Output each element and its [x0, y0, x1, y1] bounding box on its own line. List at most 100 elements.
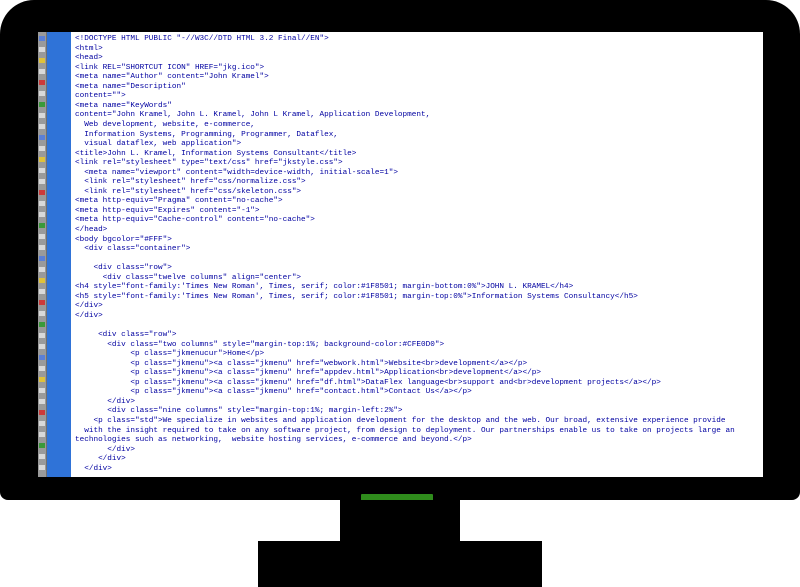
code-line[interactable]: 35 <p class="jkmenu"><a class="jkmenu" h…	[71, 359, 763, 369]
toolbar-button-icon[interactable]	[39, 91, 45, 96]
editor-toolbar[interactable]	[38, 32, 47, 477]
toolbar-button-icon[interactable]	[39, 190, 45, 195]
toolbar-button-icon[interactable]	[39, 69, 45, 74]
toolbar-button-icon[interactable]	[39, 124, 45, 129]
code-text: <div class="row">	[75, 331, 177, 340]
code-line[interactable]: 46 </div>	[71, 464, 763, 474]
code-text: Information Systems, Programming, Progra…	[75, 130, 338, 139]
code-line[interactable]: 24	[71, 254, 763, 264]
code-line[interactable]: 4<link REL="SHORTCUT ICON" HREF="jkg.ico…	[71, 63, 763, 73]
code-line[interactable]: 26 <div class="twelve columns" align="ce…	[71, 273, 763, 283]
toolbar-button-icon[interactable]	[39, 80, 45, 85]
code-line[interactable]: 16 <link rel="stylesheet" href="css/norm…	[71, 177, 763, 187]
code-line[interactable]: 25 <div class="row">	[71, 263, 763, 273]
toolbar-button-icon[interactable]	[39, 245, 45, 250]
code-line[interactable]: 42 with the insight required to take on …	[71, 426, 763, 436]
toolbar-button-icon[interactable]	[39, 146, 45, 151]
code-line[interactable]: 34 <p class="jkmenucur">Home</p>	[71, 349, 763, 359]
toolbar-button-icon[interactable]	[39, 454, 45, 459]
code-line[interactable]: 7content="">	[71, 91, 763, 101]
code-line[interactable]: 28<h5 style="font-family:'Times New Roma…	[71, 292, 763, 302]
code-line[interactable]: 18<meta http-equiv="Pragma" content="no-…	[71, 196, 763, 206]
toolbar-button-icon[interactable]	[39, 102, 45, 107]
toolbar-button-icon[interactable]	[39, 366, 45, 371]
code-line[interactable]: 14<link rel="stylesheet" type="text/css"…	[71, 158, 763, 168]
toolbar-button-icon[interactable]	[39, 157, 45, 162]
toolbar-button-icon[interactable]	[39, 311, 45, 316]
code-line[interactable]: 27<h4 style="font-family:'Times New Roma…	[71, 282, 763, 292]
code-line[interactable]: 19<meta http-equiv="Expires" content="-1…	[71, 206, 763, 216]
code-line[interactable]: 10 Web development, website, e-commerce,	[71, 120, 763, 130]
toolbar-button-icon[interactable]	[39, 443, 45, 448]
toolbar-button-icon[interactable]	[39, 212, 45, 217]
code-line[interactable]: 41 <p class="std">We specialize in websi…	[71, 416, 763, 426]
toolbar-button-icon[interactable]	[39, 465, 45, 470]
code-line[interactable]: 30</div>	[71, 311, 763, 321]
code-text: <div class="nine columns" style="margin-…	[75, 407, 403, 416]
toolbar-button-icon[interactable]	[39, 421, 45, 426]
code-text: <meta http-equiv="Pragma" content="no-ca…	[75, 197, 283, 206]
code-line[interactable]: 12 visual dataflex, web application">	[71, 139, 763, 149]
toolbar-button-icon[interactable]	[39, 179, 45, 184]
code-line[interactable]: 15 <meta name="viewport" content="width=…	[71, 168, 763, 178]
toolbar-button-icon[interactable]	[39, 278, 45, 283]
code-line[interactable]: 3<head>	[71, 53, 763, 63]
toolbar-button-icon[interactable]	[39, 377, 45, 382]
code-line[interactable]: 6<meta name="Description"	[71, 82, 763, 92]
code-line[interactable]: 5<meta name="Author" content="John Krame…	[71, 72, 763, 82]
code-text: <p class="jkmenu"><a class="jkmenu" href…	[75, 378, 661, 387]
toolbar-button-icon[interactable]	[39, 344, 45, 349]
code-line[interactable]: 43technologies such as networking, websi…	[71, 435, 763, 445]
toolbar-button-icon[interactable]	[39, 355, 45, 360]
code-line[interactable]: 45 </div>	[71, 454, 763, 464]
toolbar-button-icon[interactable]	[39, 432, 45, 437]
toolbar-button-icon[interactable]	[39, 113, 45, 118]
code-line[interactable]: 44 </div>	[71, 445, 763, 455]
toolbar-button-icon[interactable]	[39, 322, 45, 327]
code-line[interactable]: 21</head>	[71, 225, 763, 235]
code-text: </div>	[75, 397, 135, 406]
code-line[interactable]: 9content="John Kramel, John L. Kramel, J…	[71, 110, 763, 120]
code-editor[interactable]: 1<!DOCTYPE HTML PUBLIC "-//W3C//DTD HTML…	[71, 32, 763, 477]
toolbar-button-icon[interactable]	[39, 410, 45, 415]
code-line[interactable]: 22<body bgcolor="#FFF">	[71, 235, 763, 245]
code-line[interactable]: 2<html>	[71, 44, 763, 54]
toolbar-button-icon[interactable]	[39, 289, 45, 294]
code-line[interactable]: 37 <p class="jkmenu"><a class="jkmenu" h…	[71, 378, 763, 388]
toolbar-button-icon[interactable]	[39, 47, 45, 52]
toolbar-button-icon[interactable]	[39, 223, 45, 228]
code-line[interactable]: 1<!DOCTYPE HTML PUBLIC "-//W3C//DTD HTML…	[71, 34, 763, 44]
toolbar-button-icon[interactable]	[39, 36, 45, 41]
toolbar-button-icon[interactable]	[39, 300, 45, 305]
toolbar-button-icon[interactable]	[39, 267, 45, 272]
code-text: technologies such as networking, website…	[75, 436, 472, 445]
monitor-screen: 1<!DOCTYPE HTML PUBLIC "-//W3C//DTD HTML…	[38, 32, 763, 477]
code-line[interactable]: 32 <div class="row">	[71, 330, 763, 340]
toolbar-button-icon[interactable]	[39, 388, 45, 393]
toolbar-button-icon[interactable]	[39, 333, 45, 338]
toolbar-button-icon[interactable]	[39, 201, 45, 206]
toolbar-button-icon[interactable]	[39, 234, 45, 239]
toolbar-button-icon[interactable]	[39, 399, 45, 404]
code-text: <h5 style="font-family:'Times New Roman'…	[75, 292, 638, 301]
code-text: </div>	[75, 455, 126, 464]
code-line[interactable]: 36 <p class="jkmenu"><a class="jkmenu" h…	[71, 368, 763, 378]
toolbar-button-icon[interactable]	[39, 135, 45, 140]
code-line[interactable]: 23 <div class="container">	[71, 244, 763, 254]
code-line[interactable]: 40 <div class="nine columns" style="marg…	[71, 406, 763, 416]
code-line[interactable]: 20<meta http-equiv="Cache-control" conte…	[71, 215, 763, 225]
code-line[interactable]: 29</div>	[71, 301, 763, 311]
code-line[interactable]: 38 <p class="jkmenu"><a class="jkmenu" h…	[71, 387, 763, 397]
toolbar-button-icon[interactable]	[39, 256, 45, 261]
code-line[interactable]: 31	[71, 321, 763, 331]
code-line[interactable]: 39 </div>	[71, 397, 763, 407]
code-line[interactable]: 17 <link rel="stylesheet" href="css/skel…	[71, 187, 763, 197]
code-text: <link rel="stylesheet" type="text/css" h…	[75, 159, 343, 168]
toolbar-button-icon[interactable]	[39, 168, 45, 173]
code-line[interactable]: 13<title>John L. Kramel, Information Sys…	[71, 149, 763, 159]
code-line[interactable]: 11 Information Systems, Programming, Pro…	[71, 130, 763, 140]
toolbar-button-icon[interactable]	[39, 58, 45, 63]
code-text: <html>	[75, 44, 103, 53]
code-line[interactable]: 33 <div class="two columns" style="margi…	[71, 340, 763, 350]
code-line[interactable]: 8<meta name="KeyWords"	[71, 101, 763, 111]
